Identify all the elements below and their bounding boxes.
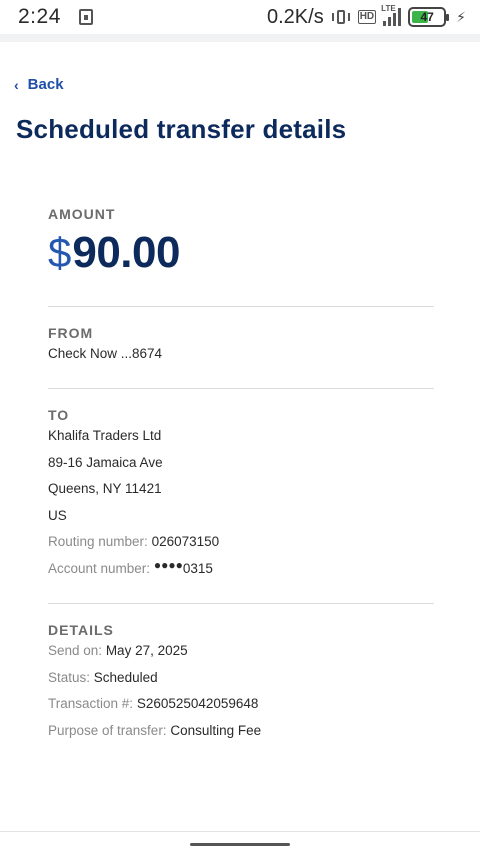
back-label: Back bbox=[27, 76, 64, 93]
purpose-label: Purpose of transfer: bbox=[48, 722, 167, 738]
send-on-label: Send on: bbox=[48, 643, 103, 658]
currency-symbol: $ bbox=[48, 229, 72, 276]
account-number-row: Account number: ●●●●0315 bbox=[48, 556, 434, 583]
page-title: Scheduled transfer details bbox=[16, 114, 347, 144]
routing-number-label: Routing number: bbox=[48, 534, 148, 549]
status-label: Status: bbox=[48, 669, 91, 685]
lte-label: LTE bbox=[381, 4, 396, 13]
status-value: Scheduled bbox=[93, 669, 158, 685]
recipient-country: US bbox=[48, 507, 67, 523]
signal-strength-icon: LTE bbox=[381, 4, 402, 26]
hd-voice-icon: HD bbox=[357, 10, 377, 24]
details-section: DETAILS Send on: May 27, 2025 Status: Sc… bbox=[48, 604, 434, 744]
home-indicator[interactable] bbox=[190, 843, 290, 846]
back-button[interactable]: ‹ Back bbox=[14, 76, 64, 93]
routing-number-value: 026073150 bbox=[151, 534, 220, 549]
battery-icon: 47 bbox=[408, 7, 450, 27]
chevron-left-icon: ‹ bbox=[14, 76, 19, 93]
from-section: FROM Check Now ...8674 bbox=[48, 307, 434, 388]
account-number-label: Account number: bbox=[48, 560, 151, 576]
status-bar: 2:24 0.2K/s HD LTE 47 ⚡ bbox=[0, 0, 480, 34]
amount-number: 90.00 bbox=[72, 228, 180, 277]
details-label: DETAILS bbox=[48, 622, 114, 638]
network-speed: 0.2K/s bbox=[267, 5, 324, 28]
recipient-name: Khalifa Traders Ltd bbox=[48, 428, 162, 443]
to-label: TO bbox=[48, 407, 70, 423]
amount-value: $ 90.00 bbox=[48, 228, 434, 278]
bottom-separator bbox=[0, 831, 480, 832]
status-icons: 0.2K/s HD LTE 47 ⚡ bbox=[267, 4, 466, 29]
purpose-value: Consulting Fee bbox=[170, 722, 262, 738]
send-on-value: May 27, 2025 bbox=[105, 643, 188, 658]
purpose-row: Purpose of transfer: Consulting Fee bbox=[48, 718, 434, 745]
transaction-row: Transaction #: S260525042059648 bbox=[48, 691, 434, 718]
sim-card-icon bbox=[78, 9, 93, 25]
routing-number-row: Routing number: 026073150 bbox=[48, 529, 434, 556]
status-time: 2:24 bbox=[18, 5, 61, 28]
transfer-details: AMOUNT $ 90.00 FROM Check Now ...8674 TO… bbox=[48, 206, 434, 744]
status-row: Status: Scheduled bbox=[48, 665, 434, 692]
vibrate-icon bbox=[331, 9, 351, 25]
from-label: FROM bbox=[48, 325, 94, 341]
header-separator bbox=[0, 34, 480, 42]
from-account: Check Now ...8674 bbox=[48, 346, 163, 361]
account-number-last4: 0315 bbox=[182, 560, 213, 576]
transaction-label: Transaction #: bbox=[48, 696, 134, 711]
transaction-value: S260525042059648 bbox=[136, 696, 259, 711]
battery-level: 47 bbox=[420, 10, 434, 24]
account-number-mask: ●●●● bbox=[153, 557, 183, 572]
send-on-row: Send on: May 27, 2025 bbox=[48, 638, 434, 665]
recipient-address-line2: Queens, NY 11421 bbox=[48, 481, 162, 496]
charging-icon: ⚡ bbox=[456, 8, 466, 25]
amount-label: AMOUNT bbox=[48, 206, 116, 222]
recipient-address-line1: 89-16 Jamaica Ave bbox=[48, 454, 163, 470]
to-section: TO Khalifa Traders Ltd 89-16 Jamaica Ave… bbox=[48, 389, 434, 603]
amount-section: AMOUNT $ 90.00 bbox=[48, 206, 434, 306]
